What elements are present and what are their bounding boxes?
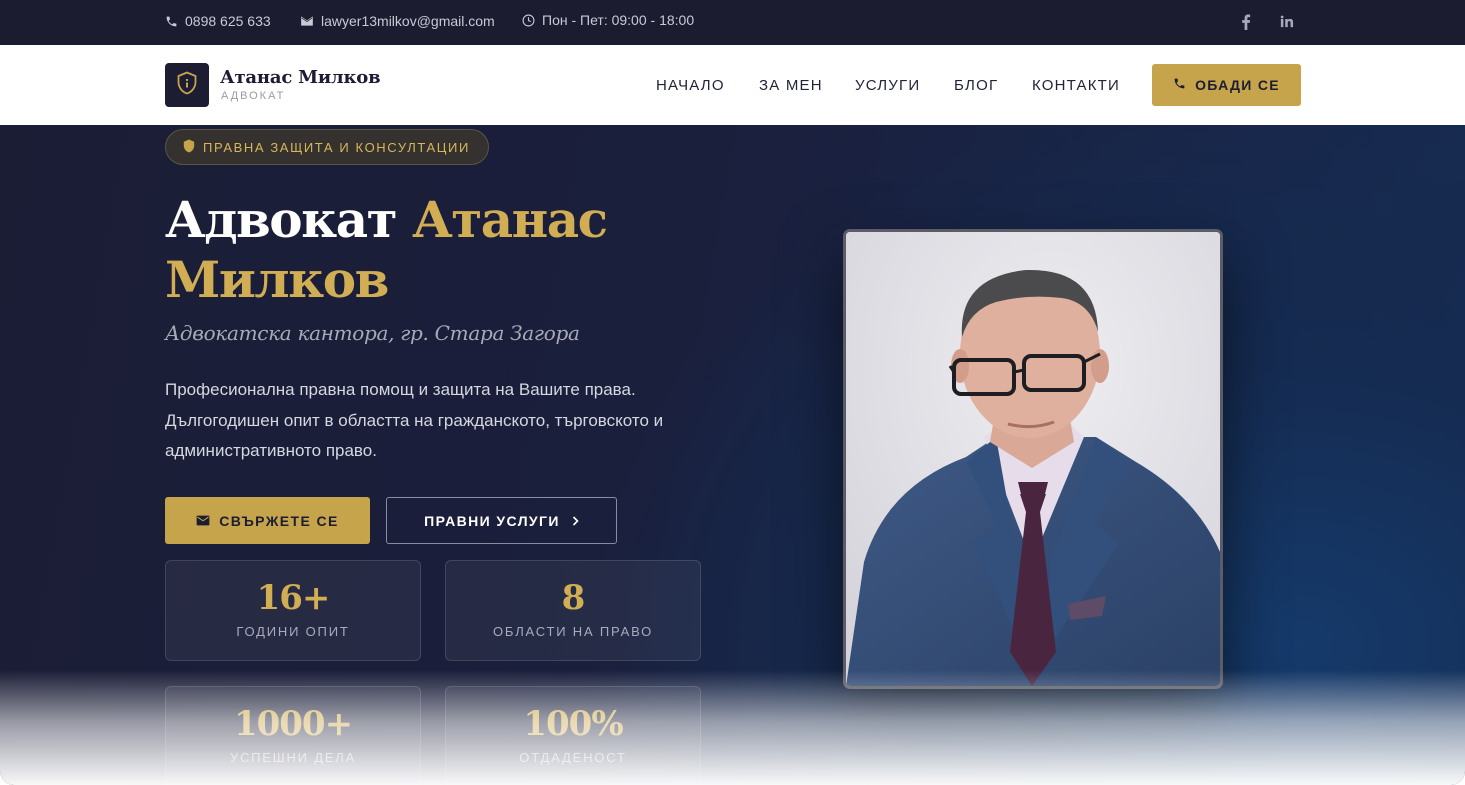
hero-badge: ПРАВНА ЗАЩИТА И КОНСУЛТАЦИИ — [165, 129, 489, 165]
logo[interactable] — [165, 63, 209, 107]
hero-description: Професионална правна помощ и защита на В… — [165, 380, 664, 460]
stat-card: 8 ОБЛАСТИ НА ПРАВО — [445, 560, 701, 661]
stat-label: ОБЛАСТИ НА ПРАВО — [492, 624, 654, 639]
hero-title: Адвокат Атанас Милков — [165, 190, 725, 310]
topbar-hours-text: Пон - Пет: 09:00 - 18:00 — [542, 12, 695, 28]
facebook-icon[interactable] — [1241, 14, 1251, 30]
contact-button[interactable]: СВЪРЖЕТЕ СЕ — [165, 497, 370, 544]
clock-icon — [522, 14, 535, 27]
stat-card: 100% ОТДАДЕНОСТ — [445, 686, 701, 785]
services-button-label: ПРАВНИ УСЛУГИ — [424, 512, 560, 529]
phone-icon — [165, 15, 178, 28]
nav-contacts[interactable]: КОНТАКТИ — [1032, 77, 1120, 94]
nav-services[interactable]: УСЛУГИ — [855, 77, 920, 94]
stat-label: ГОДИНИ ОПИТ — [236, 624, 350, 639]
mail-icon — [196, 513, 210, 529]
chevron-right-icon — [572, 513, 579, 529]
nav-blog[interactable]: БЛОГ — [954, 77, 998, 94]
hero-subtitle: Адвокатска кантора, гр. Стара Загора — [165, 321, 580, 345]
contact-button-label: СВЪРЖЕТЕ СЕ — [219, 512, 339, 529]
hero-badge-text: ПРАВНА ЗАЩИТА И КОНСУЛТАЦИИ — [203, 139, 470, 155]
shield-icon — [176, 71, 198, 100]
topbar-email[interactable]: lawyer13milkov@gmail.com — [300, 13, 495, 29]
brand-name[interactable]: Атанас Милков — [220, 67, 381, 88]
linkedin-icon[interactable] — [1279, 14, 1294, 29]
stat-label: УСПЕШНИ ДЕЛА — [229, 750, 357, 765]
call-button[interactable]: ОБАДИ СЕ — [1152, 64, 1301, 106]
stat-value: 16+ — [256, 578, 331, 618]
brand-subtitle: АДВОКАТ — [221, 90, 286, 102]
nav-home[interactable]: НАЧАЛО — [656, 77, 725, 94]
stat-value: 8 — [561, 578, 586, 618]
stat-card: 16+ ГОДИНИ ОПИТ — [165, 560, 421, 661]
mail-icon — [300, 15, 314, 27]
hero-section: ПРАВНА ЗАЩИТА И КОНСУЛТАЦИИ Адвокат Атан… — [0, 125, 1465, 785]
site-header: Атанас Милков АДВОКАТ НАЧАЛО ЗА МЕН УСЛУ… — [0, 45, 1465, 125]
hero-title-white: Адвокат — [165, 190, 398, 249]
topbar-hours: Пон - Пет: 09:00 - 18:00 — [522, 12, 694, 28]
services-button[interactable]: ПРАВНИ УСЛУГИ — [386, 497, 617, 544]
call-button-label: ОБАДИ СЕ — [1195, 77, 1280, 93]
stat-value: 100% — [523, 704, 623, 744]
topbar-phone-text: 0898 625 633 — [185, 13, 271, 29]
top-bar: 0898 625 633 lawyer13milkov@gmail.com По… — [0, 0, 1465, 45]
portrait-photo — [843, 229, 1223, 689]
topbar-email-text: lawyer13milkov@gmail.com — [321, 13, 495, 29]
portrait-illustration — [846, 232, 1220, 686]
stat-label: ОТДАДЕНОСТ — [519, 750, 627, 765]
phone-icon — [1173, 77, 1186, 93]
topbar-phone[interactable]: 0898 625 633 — [165, 13, 271, 29]
stat-card: 1000+ УСПЕШНИ ДЕЛА — [165, 686, 421, 785]
nav-about[interactable]: ЗА МЕН — [759, 77, 823, 94]
shield-icon — [183, 139, 195, 156]
stat-value: 1000+ — [233, 704, 353, 744]
